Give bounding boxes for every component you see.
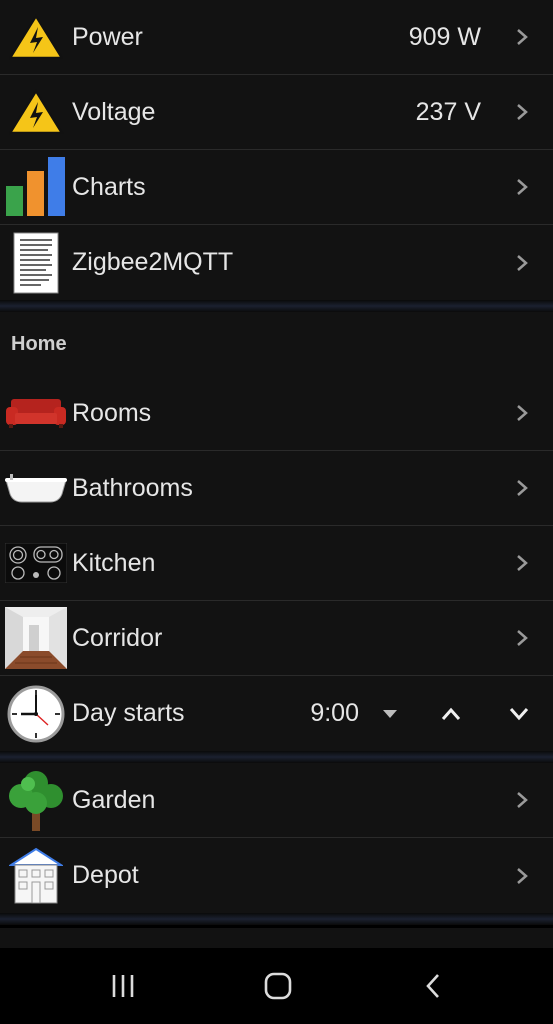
warning-voltage-icon: [0, 75, 72, 150]
group-separator: [0, 751, 553, 763]
chevron-right-icon: [505, 838, 539, 913]
recent-apps-icon[interactable]: [78, 948, 168, 1024]
document-icon: [0, 225, 72, 300]
item-label: Corridor: [72, 623, 163, 652]
day-starts-setting: Day starts 9:00: [0, 676, 553, 751]
clock-icon: [0, 676, 72, 751]
next-section-peek: [0, 928, 553, 948]
chevron-right-icon: [505, 376, 539, 451]
increase-time-button[interactable]: [411, 676, 491, 751]
list-item-corridor[interactable]: Corridor: [0, 601, 553, 676]
list-item-kitchen[interactable]: Kitchen: [0, 526, 553, 601]
list-item-depot[interactable]: Depot: [0, 838, 553, 913]
day-starts-value: 9:00: [310, 699, 359, 727]
back-icon[interactable]: [388, 948, 478, 1024]
power-value: 909 W: [408, 22, 481, 51]
chevron-right-icon: [505, 0, 539, 75]
list-item-rooms[interactable]: Rooms: [0, 376, 553, 451]
outdoor-group: Garden Depot: [0, 763, 553, 913]
dropdown-caret-icon[interactable]: [377, 676, 403, 751]
group-separator: [0, 300, 553, 312]
item-label: Bathrooms: [72, 473, 193, 502]
chevron-right-icon: [505, 763, 539, 838]
house-icon: [0, 838, 72, 913]
item-label: Zigbee2MQTT: [72, 248, 234, 276]
top-group: Power 909 W Voltage 237 V Charts Zigbee2…: [0, 0, 553, 300]
item-label: Charts: [72, 172, 146, 201]
item-label: Depot: [72, 861, 139, 889]
item-label: Voltage: [72, 97, 156, 126]
chevron-right-icon: [505, 75, 539, 150]
decrease-time-button[interactable]: [491, 676, 547, 751]
item-label: Kitchen: [72, 548, 156, 577]
bathtub-icon: [0, 451, 72, 526]
list-item-voltage[interactable]: Voltage 237 V: [0, 75, 553, 150]
warning-voltage-icon: [0, 0, 72, 75]
chevron-right-icon: [505, 150, 539, 225]
section-title: Home: [0, 312, 553, 376]
item-label: Garden: [72, 785, 156, 814]
navigation-bar: [0, 948, 553, 1024]
cooktop-icon: [0, 526, 72, 601]
list-item-garden[interactable]: Garden: [0, 763, 553, 838]
tree-icon: [0, 763, 72, 838]
chevron-right-icon: [505, 451, 539, 526]
list-item-charts[interactable]: Charts: [0, 150, 553, 225]
group-separator: [0, 913, 553, 925]
sofa-icon: [0, 376, 72, 451]
home-group: Home Rooms Bathrooms Kitchen Corridor Da…: [0, 312, 553, 751]
bar-chart-icon: [0, 150, 72, 225]
list-item-zigbee2mqtt[interactable]: Zigbee2MQTT: [0, 225, 553, 300]
corridor-icon: [0, 601, 72, 676]
chevron-right-icon: [505, 526, 539, 601]
list-item-power[interactable]: Power 909 W: [0, 0, 553, 75]
item-label: Rooms: [72, 398, 152, 427]
voltage-value: 237 V: [415, 97, 481, 126]
item-label: Day starts: [72, 699, 185, 727]
item-label: Power: [72, 22, 143, 51]
chevron-right-icon: [505, 601, 539, 676]
list-item-bathrooms[interactable]: Bathrooms: [0, 451, 553, 526]
home-icon[interactable]: [233, 948, 323, 1024]
chevron-right-icon: [505, 225, 539, 300]
